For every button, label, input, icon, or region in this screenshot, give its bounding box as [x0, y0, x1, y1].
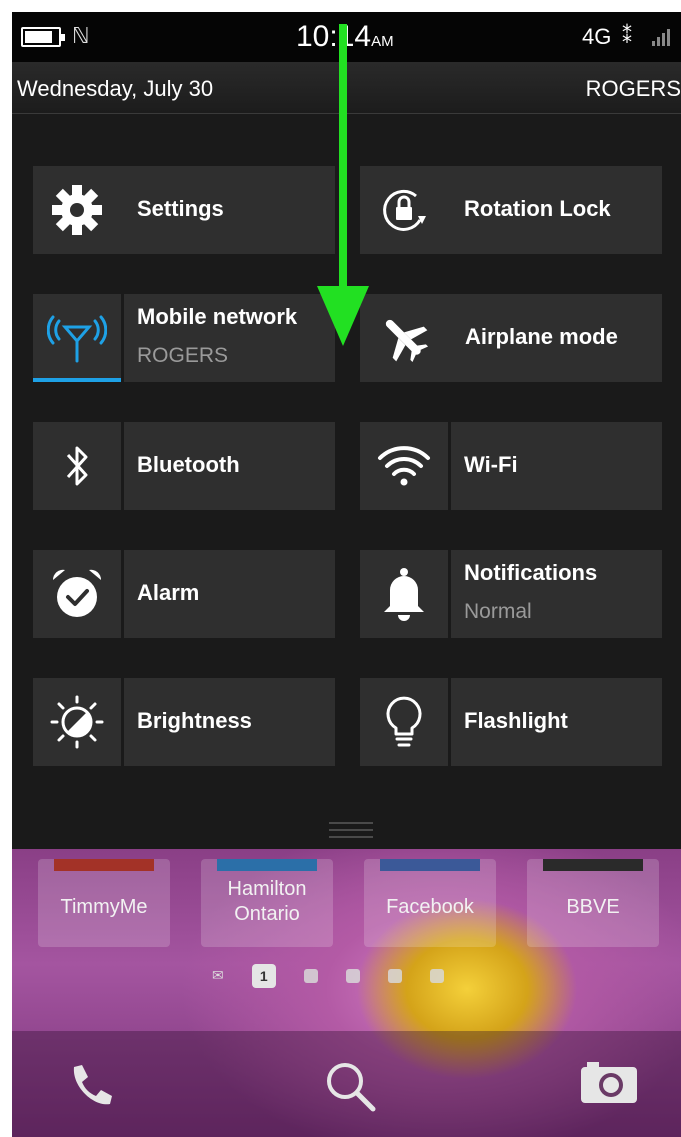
tile-alarm[interactable]: Alarm	[33, 550, 335, 638]
app-bbve[interactable]: BBVE	[527, 859, 659, 947]
camera-icon[interactable]	[579, 1057, 639, 1107]
brightness-icon	[50, 695, 104, 749]
tile-flashlight[interactable]: Flashlight	[360, 678, 662, 766]
page-dot[interactable]	[387, 969, 402, 983]
tile-label: Flashlight	[464, 708, 568, 733]
tile-label: Alarm	[137, 580, 200, 605]
signal-icon	[652, 28, 670, 46]
wifi-icon	[378, 446, 430, 486]
app-label: Hamilton Ontario	[227, 878, 307, 925]
hub-icon[interactable]: ✉	[212, 968, 224, 984]
app-label: Facebook	[386, 896, 474, 918]
date-label: Wednesday, July 30	[17, 76, 214, 101]
tile-sublabel: ROGERS	[137, 344, 229, 367]
tile-notifications[interactable]: Notifications Normal	[360, 550, 662, 638]
network-type: 4G	[582, 24, 612, 49]
bbm-icon: ⁑	[622, 24, 632, 48]
app-facebook[interactable]: Facebook	[364, 859, 496, 947]
app-label: TimmyMe	[60, 896, 148, 918]
app-icon	[380, 859, 480, 871]
alarm-icon	[52, 569, 102, 617]
tile-brightness[interactable]: Brightness	[33, 678, 335, 766]
tile-label: Settings	[137, 196, 224, 221]
tile-label: Wi-Fi	[464, 452, 518, 477]
bell-icon	[384, 568, 424, 621]
search-icon[interactable]	[323, 1059, 379, 1115]
page-indicator[interactable]: ✉ 1	[212, 964, 444, 988]
tile-airplane-mode[interactable]: Airplane mode	[360, 294, 662, 382]
nfc-icon: ℕ	[72, 24, 90, 49]
dock	[12, 1031, 681, 1137]
bluetooth-icon	[66, 446, 88, 486]
antenna-icon	[47, 315, 107, 363]
tile-bluetooth[interactable]: Bluetooth	[33, 422, 335, 510]
app-timmyme[interactable]: TimmyMe	[38, 859, 170, 947]
tile-label: Mobile network	[137, 304, 298, 329]
page-dot[interactable]	[429, 969, 444, 983]
app-icon	[54, 859, 154, 871]
app-hamilton-ontario[interactable]: Hamilton Ontario	[201, 859, 333, 947]
battery-icon	[21, 27, 65, 47]
tile-mobile-network[interactable]: Mobile network ROGERS	[33, 294, 335, 382]
tile-wifi[interactable]: Wi-Fi	[360, 422, 662, 510]
carrier-label: ROGERS	[585, 76, 681, 101]
active-indicator	[33, 378, 121, 382]
page-dot[interactable]	[303, 969, 318, 983]
home-screen: TimmyMe Hamilton Ontario Facebook BBVE ✉…	[12, 849, 681, 1137]
device-screen: ℕ 10:14AM 4G ⁑ Wednesday, July 30 ROGERS	[12, 12, 681, 1137]
app-icon	[217, 859, 317, 871]
drag-handle[interactable]	[329, 822, 373, 843]
tile-label: Brightness	[137, 708, 252, 733]
app-label: BBVE	[566, 896, 620, 918]
tile-rotation-lock[interactable]: Rotation Lock	[360, 166, 662, 254]
tile-sublabel: Normal	[464, 600, 532, 623]
tile-label: Rotation Lock	[464, 196, 611, 221]
tile-label: Notifications	[464, 560, 598, 585]
current-page[interactable]: 1	[251, 964, 276, 988]
tile-label: Bluetooth	[137, 452, 240, 477]
tile-settings[interactable]: Settings	[33, 166, 335, 254]
app-icon	[543, 859, 643, 871]
tile-label: Airplane mode	[465, 324, 618, 349]
swipe-down-arrow-icon	[317, 24, 369, 346]
page-dot[interactable]	[345, 969, 360, 983]
phone-icon[interactable]	[66, 1061, 116, 1111]
lightbulb-icon	[386, 696, 422, 747]
